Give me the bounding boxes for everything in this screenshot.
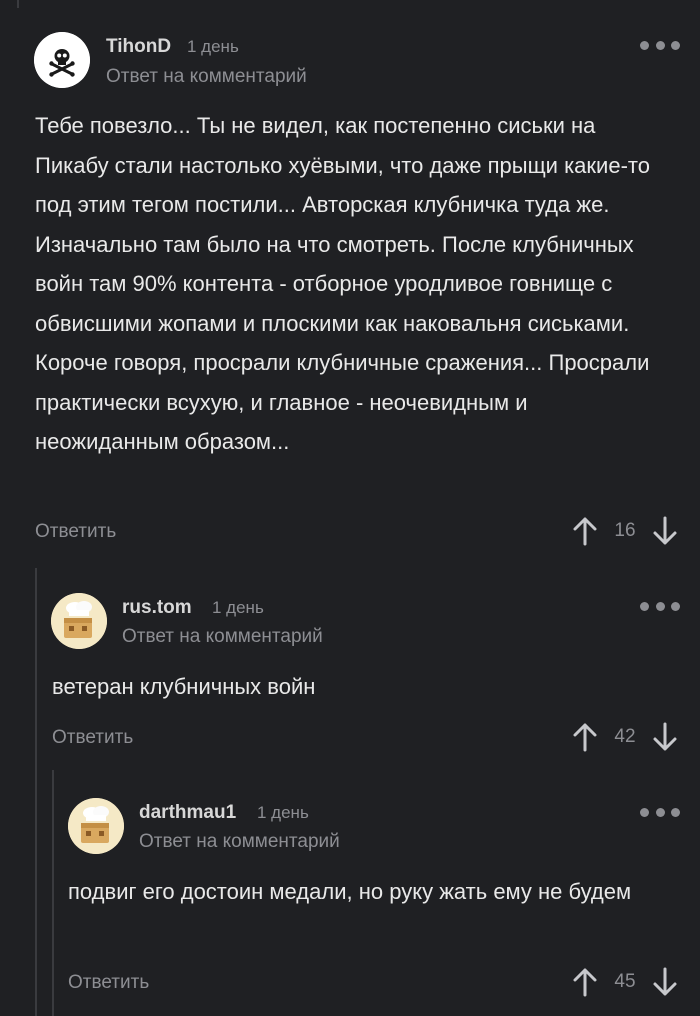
arrow-up-icon[interactable] (571, 722, 599, 752)
comment-time: 1 день (257, 803, 309, 822)
more-options-icon[interactable] (640, 598, 680, 614)
comment-author[interactable]: rus.tom (122, 597, 192, 619)
avatar[interactable] (68, 798, 124, 854)
comment-text: подвиг его достоин медали, но руку жать … (68, 879, 632, 904)
comment-time: 1 день (187, 37, 239, 56)
rating-count: 42 (614, 726, 636, 747)
comment-author[interactable]: TihonD (106, 36, 171, 58)
avatar[interactable] (34, 32, 90, 88)
rating-control: 42 (571, 722, 679, 752)
thread-line-top (17, 0, 19, 8)
rating-count: 45 (614, 971, 636, 992)
rating-count: 16 (614, 520, 636, 541)
arrow-up-icon[interactable] (571, 967, 599, 997)
thread-line-level-1 (35, 568, 37, 1016)
arrow-up-icon[interactable] (571, 516, 599, 546)
comment-author[interactable]: darthmau1 (139, 802, 236, 824)
avatar[interactable] (51, 593, 107, 649)
comment-text: ветеран клубничных войн (52, 674, 316, 699)
more-options-icon[interactable] (640, 804, 680, 820)
comment-text: Тебе повезло... Ты не видел, как постепе… (35, 113, 650, 454)
thread-line-level-2 (52, 770, 54, 1016)
reply-button[interactable]: Ответить (68, 972, 149, 994)
arrow-down-icon[interactable] (651, 722, 679, 752)
more-options-icon[interactable] (640, 37, 680, 53)
reply-to-link[interactable]: Ответ на комментарий (122, 626, 323, 648)
rating-control: 45 (571, 967, 679, 997)
reply-to-link[interactable]: Ответ на комментарий (139, 831, 340, 853)
chef-box-icon (68, 798, 124, 854)
rating-control: 16 (571, 516, 679, 546)
arrow-down-icon[interactable] (651, 516, 679, 546)
reply-to-link[interactable]: Ответ на комментарий (106, 66, 307, 88)
reply-button[interactable]: Ответить (52, 727, 133, 749)
chef-box-icon (51, 593, 107, 649)
skull-crossbones-icon (34, 32, 90, 88)
comment-time: 1 день (212, 598, 264, 617)
arrow-down-icon[interactable] (651, 967, 679, 997)
reply-button[interactable]: Ответить (35, 521, 116, 543)
